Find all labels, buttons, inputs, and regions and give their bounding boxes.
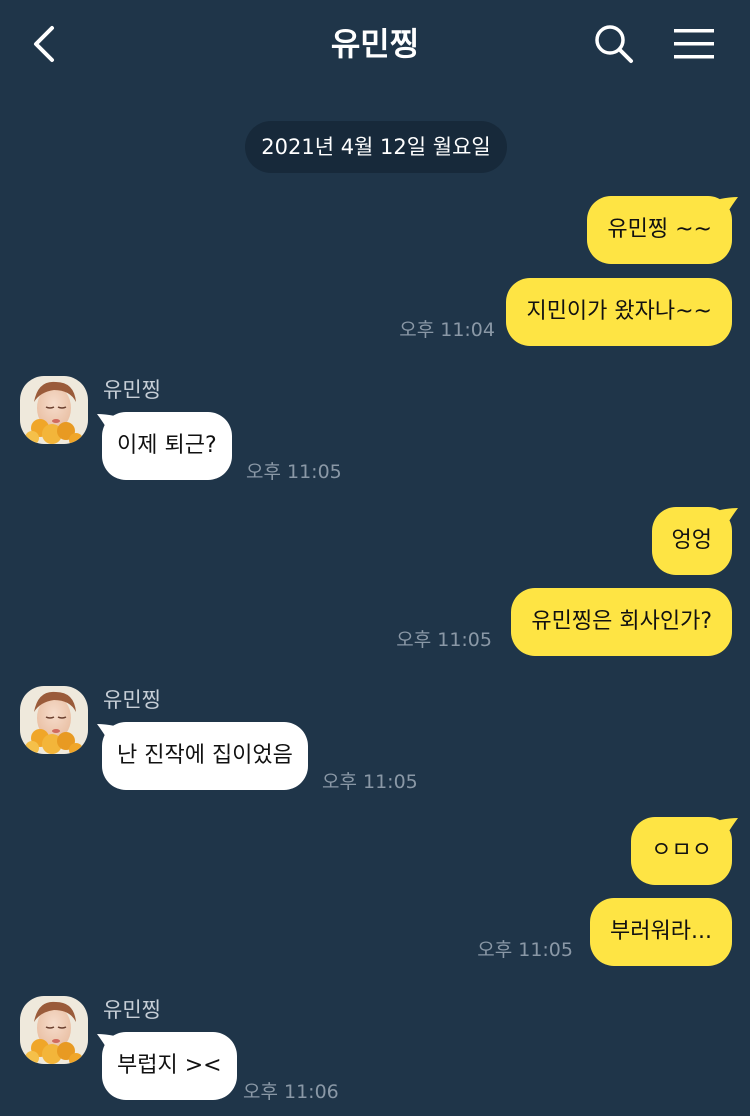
profile-photo (20, 376, 88, 444)
my-message-bubble[interactable]: 지민이가 왔자나~~ (506, 278, 732, 346)
message-time: 오후 11:05 (246, 461, 342, 483)
message-text: 엉엉 (671, 528, 712, 553)
message-time: 오후 11:04 (399, 319, 495, 341)
bubble-tail (720, 818, 738, 836)
message-text: 부럽지 >< (117, 1053, 222, 1078)
my-message-bubble[interactable]: 부러워라... (590, 898, 732, 966)
avatar[interactable] (20, 686, 88, 754)
back-icon[interactable] (26, 22, 66, 66)
message-text: 이제 퇴근? (117, 433, 217, 458)
sender-name: 유민찡 (103, 688, 161, 712)
bubble-tail (720, 508, 738, 526)
their-message-bubble[interactable]: 이제 퇴근? (102, 412, 232, 480)
message-text: 난 진작에 집이었음 (117, 743, 293, 768)
date-divider: 2021년 4월 12일 월요일 (245, 121, 507, 173)
message-time: 오후 11:05 (477, 939, 573, 961)
my-message-bubble[interactable]: 유민찡 ~~ (587, 196, 732, 264)
their-message-bubble[interactable]: 난 진작에 집이었음 (102, 722, 308, 790)
bubble-tail (720, 197, 738, 215)
sender-name: 유민찡 (103, 378, 161, 402)
message-time: 오후 11:05 (396, 629, 492, 651)
message-time: 오후 11:06 (243, 1081, 339, 1103)
profile-photo (20, 996, 88, 1064)
my-message-bubble[interactable]: 유민찡은 회사인가? (511, 588, 732, 656)
search-icon[interactable] (592, 22, 636, 66)
sender-name: 유민찡 (103, 998, 161, 1022)
chat-title: 유민찡 (330, 25, 420, 63)
message-text: ㅇㅁㅇ (651, 838, 712, 863)
message-text: 유민찡은 회사인가? (531, 609, 712, 634)
message-time: 오후 11:05 (322, 771, 418, 793)
their-message-bubble[interactable]: 부럽지 >< (102, 1032, 237, 1100)
menu-icon[interactable] (672, 26, 716, 62)
message-text: 부러워라... (610, 919, 712, 944)
chat-header: 유민찡 (0, 0, 750, 88)
message-text: 유민찡 ~~ (607, 217, 712, 242)
profile-photo (20, 686, 88, 754)
my-message-bubble[interactable]: ㅇㅁㅇ (631, 817, 732, 885)
avatar[interactable] (20, 996, 88, 1064)
avatar[interactable] (20, 376, 88, 444)
message-text: 지민이가 왔자나~~ (526, 299, 712, 324)
